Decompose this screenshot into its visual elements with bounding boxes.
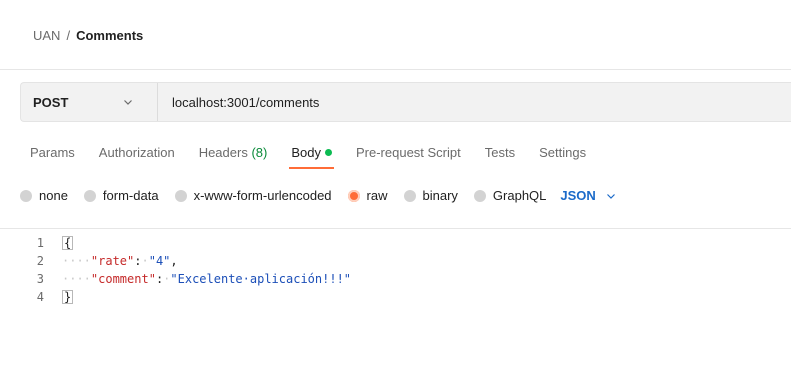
code-line: 2 ···· "rate": · "4", — [0, 252, 178, 270]
body-type-graphql-label: GraphQL — [492, 188, 547, 203]
body-type-raw[interactable]: raw — [347, 188, 388, 203]
body-type-binary[interactable]: binary — [403, 188, 458, 203]
radio-x-www-form-urlencoded[interactable] — [174, 189, 187, 202]
breadcrumb-request-name[interactable]: Comments — [76, 28, 143, 43]
headers-count: (8) — [251, 145, 268, 160]
code-line: 1 { — [0, 234, 74, 252]
body-type-graphql[interactable]: GraphQL — [473, 188, 547, 203]
body-type-selector: none form-data x-www-form-urlencoded raw… — [20, 188, 616, 203]
line-number: 4 — [36, 290, 44, 304]
tab-params-label: Params — [30, 145, 75, 160]
body-type-binary-label: binary — [422, 188, 458, 203]
chevron-down-icon — [124, 100, 132, 105]
code-line: 4 } — [0, 288, 74, 306]
radio-form-data[interactable] — [83, 189, 96, 202]
json-colon: : — [155, 272, 164, 286]
line-number: 2 — [36, 254, 44, 268]
body-status-dot — [324, 149, 332, 156]
url-input[interactable]: localhost:3001/comments — [158, 95, 791, 110]
tab-headers-label: Headers — [198, 145, 248, 160]
indent-whitespace: ···· — [62, 272, 91, 286]
tab-tests-label: Tests — [484, 145, 516, 160]
language-select[interactable]: JSON — [560, 188, 615, 203]
body-type-none[interactable]: none — [20, 188, 68, 203]
radio-binary[interactable] — [403, 189, 416, 202]
radio-graphql[interactable] — [473, 189, 486, 202]
tab-pre-request-script-label: Pre-request Script — [355, 145, 461, 160]
code-line: 3 ···· "comment": · "Excelente·aplicación!!… — [0, 270, 351, 288]
tab-headers[interactable]: Headers (8) — [199, 145, 268, 169]
header-divider — [0, 69, 791, 70]
tab-settings-label: Settings — [539, 145, 587, 160]
tab-body-label: Body — [291, 145, 321, 160]
editor-divider — [0, 228, 791, 229]
json-close-brace: } — [62, 290, 74, 304]
body-type-form-data-label: form-data — [102, 188, 159, 203]
json-string-value: "4" — [148, 254, 171, 268]
line-number: 1 — [36, 236, 44, 250]
chevron-down-icon — [606, 193, 615, 199]
json-string-value: "Excelente·aplicación!!!" — [170, 272, 352, 286]
indent-whitespace: ···· — [62, 254, 91, 268]
request-tabs: Params Authorization Headers (8) Body Pr… — [30, 145, 610, 169]
json-key: "comment" — [90, 272, 156, 286]
code-editor[interactable]: 1 { 2 ···· "rate": · "4", 3 ···· "comment": ·… — [0, 234, 791, 389]
tab-authorization-label: Authorization — [98, 145, 175, 160]
json-open-brace: { — [62, 236, 74, 250]
breadcrumb-separator: / — [66, 28, 71, 43]
json-key: "rate" — [90, 254, 135, 268]
tab-params[interactable]: Params — [30, 145, 75, 169]
body-type-none-label: none — [39, 188, 68, 203]
space-whitespace: · — [163, 272, 171, 286]
json-colon: : — [134, 254, 142, 268]
body-type-x-www-form-urlencoded-label: x-www-form-urlencoded — [193, 188, 332, 203]
body-type-raw-label: raw — [366, 188, 388, 203]
tab-authorization[interactable]: Authorization — [99, 145, 175, 169]
tab-body[interactable]: Body — [289, 145, 334, 169]
body-type-x-www-form-urlencoded[interactable]: x-www-form-urlencoded — [174, 188, 332, 203]
language-select-label: JSON — [560, 188, 596, 203]
request-bar: POST localhost:3001/comments — [20, 82, 791, 122]
body-type-form-data[interactable]: form-data — [83, 188, 159, 203]
radio-raw[interactable] — [347, 189, 360, 202]
breadcrumb: UAN / Comments — [33, 28, 143, 43]
method-label: POST — [33, 94, 69, 110]
radio-none[interactable] — [20, 189, 32, 202]
method-select[interactable]: POST — [21, 83, 158, 121]
json-comma: , — [170, 254, 178, 268]
tab-settings[interactable]: Settings — [539, 145, 586, 169]
tab-tests[interactable]: Tests — [485, 145, 515, 169]
tab-pre-request-script[interactable]: Pre-request Script — [356, 145, 461, 169]
space-whitespace: · — [141, 254, 149, 268]
breadcrumb-collection[interactable]: UAN — [33, 28, 60, 43]
line-number: 3 — [36, 272, 44, 286]
